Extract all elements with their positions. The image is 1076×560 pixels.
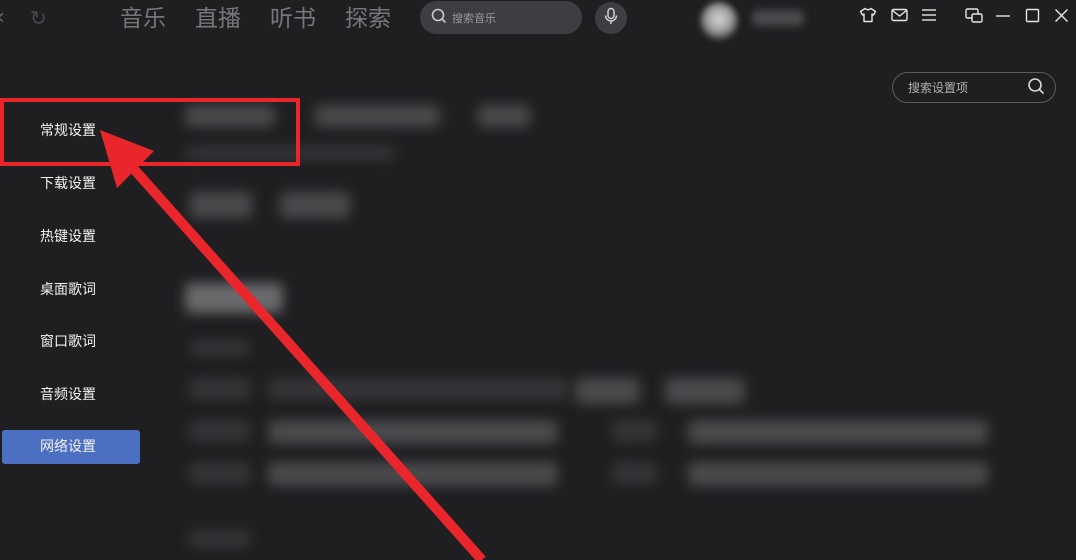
annotation-arrow <box>100 130 486 560</box>
